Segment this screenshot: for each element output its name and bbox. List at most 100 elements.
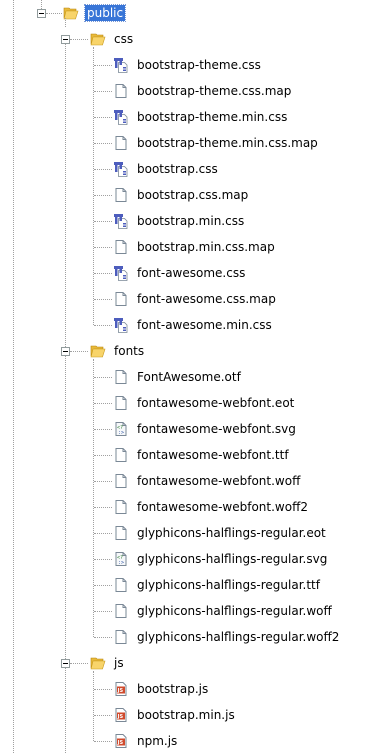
file-node[interactable]: glyphicons-halflings-regular.ttf <box>113 572 322 598</box>
file-node[interactable]: fontawesome-webfont.eot <box>113 390 296 416</box>
tree-branch-line <box>94 169 112 170</box>
file-node[interactable]: font-awesome.min.css <box>113 312 274 338</box>
text-file-icon <box>113 577 129 593</box>
file-node[interactable]: bootstrap-theme.min.css <box>113 104 289 130</box>
tree-branch-line <box>94 559 112 560</box>
collapse-toggle-css[interactable] <box>61 35 70 44</box>
file-node[interactable]: fontawesome-webfont.ttf <box>113 442 291 468</box>
tree-guide-line <box>65 668 66 753</box>
file-node[interactable]: <?:> fontawesome-webfont.svg <box>113 416 298 442</box>
text-file-icon <box>113 187 129 203</box>
tree-branch-line <box>94 273 112 274</box>
js-file-icon: JS <box>113 733 129 749</box>
folder-open-icon <box>90 343 106 359</box>
file-node-label: glyphicons-halflings-regular.ttf <box>137 578 320 592</box>
file-node[interactable]: glyphicons-halflings-regular.woff <box>113 598 334 624</box>
file-node-label: bootstrap.min.js <box>137 708 235 722</box>
tree-branch-line <box>94 455 112 456</box>
tree-guide-line <box>93 47 94 325</box>
file-node[interactable]: bootstrap-theme.css <box>113 52 263 78</box>
tree-branch-line <box>94 481 112 482</box>
file-node[interactable]: bootstrap.min.css <box>113 208 246 234</box>
svg-text::>: :> <box>118 560 124 566</box>
tree-branch-line <box>94 143 112 144</box>
file-node-label: font-awesome.min.css <box>137 318 272 332</box>
tree-branch-line <box>94 689 112 690</box>
tree-branch-line <box>94 325 112 326</box>
file-node-label: font-awesome.css.map <box>137 292 276 306</box>
tree-guide-line <box>65 356 66 659</box>
tree-branch-line <box>94 429 112 430</box>
folder-node-css-label: css <box>114 32 134 46</box>
file-node[interactable]: bootstrap.min.css.map <box>113 234 277 260</box>
tree-branch-line <box>94 195 112 196</box>
css-file-icon <box>113 109 129 125</box>
tree-branch-line <box>94 507 112 508</box>
svg-text:JS: JS <box>117 688 124 694</box>
js-file-icon: JS <box>113 707 129 723</box>
css-file-icon <box>113 265 129 281</box>
file-node-label: glyphicons-halflings-regular.woff <box>137 604 332 618</box>
collapse-toggle-js[interactable] <box>61 659 70 668</box>
text-file-icon <box>113 291 129 307</box>
svg-file-icon: <?:> <box>113 421 129 437</box>
css-file-icon <box>113 317 129 333</box>
file-node-label: bootstrap.css <box>137 162 218 176</box>
folder-node-fonts[interactable]: fonts <box>90 338 146 364</box>
file-node[interactable]: JS bootstrap.min.js <box>113 702 237 728</box>
file-node[interactable]: glyphicons-halflings-regular.woff2 <box>113 624 341 650</box>
file-node[interactable]: FontAwesome.otf <box>113 364 243 390</box>
tree-branch-line <box>94 585 112 586</box>
file-node[interactable]: font-awesome.css <box>113 260 247 286</box>
svg-text::>: :> <box>118 430 124 436</box>
svg-text:JS: JS <box>117 714 124 720</box>
text-file-icon <box>113 603 129 619</box>
file-node-label: npm.js <box>137 734 178 748</box>
file-node-label: glyphicons-halflings-regular.svg <box>137 552 328 566</box>
css-file-icon <box>113 161 129 177</box>
tree-guide-line <box>65 44 66 347</box>
text-file-icon <box>113 499 129 515</box>
file-node-label: bootstrap-theme.css.map <box>137 84 292 98</box>
file-node[interactable]: <?:> glyphicons-halflings-regular.svg <box>113 546 329 572</box>
file-node[interactable]: glyphicons-halflings-regular.eot <box>113 520 328 546</box>
file-node[interactable]: font-awesome.css.map <box>113 286 278 312</box>
tree-branch-line <box>94 533 112 534</box>
css-file-icon <box>113 57 129 73</box>
project-file-tree: public css bootstrap-theme.css bootstrap-th… <box>0 0 391 753</box>
folder-node-css[interactable]: css <box>90 26 135 52</box>
file-node[interactable]: bootstrap-theme.min.css.map <box>113 130 320 156</box>
text-file-icon <box>113 135 129 151</box>
file-node[interactable]: bootstrap.css <box>113 156 220 182</box>
tree-guide-line <box>93 671 94 741</box>
tree-branch-line <box>70 663 88 664</box>
file-node-label: bootstrap-theme.css <box>137 58 261 72</box>
tree-branch-line <box>94 741 112 742</box>
file-node[interactable]: fontawesome-webfont.woff2 <box>113 494 310 520</box>
collapse-toggle-public[interactable] <box>37 9 46 18</box>
text-file-icon <box>113 239 129 255</box>
file-node[interactable]: bootstrap.css.map <box>113 182 250 208</box>
file-node[interactable]: JS npm.js <box>113 728 179 754</box>
svg-file-icon: <?:> <box>113 551 129 567</box>
file-node-label: bootstrap.min.css.map <box>137 240 275 254</box>
file-node[interactable]: fontawesome-webfont.woff <box>113 468 302 494</box>
file-node[interactable]: JS bootstrap.js <box>113 676 210 702</box>
folder-node-js[interactable]: js <box>90 650 126 676</box>
collapse-toggle-fonts[interactable] <box>61 347 70 356</box>
tree-guide-line <box>13 0 14 753</box>
tree-branch-line <box>94 91 112 92</box>
tree-branch-line <box>70 351 88 352</box>
file-node-label: bootstrap.css.map <box>137 188 249 202</box>
tree-guide-line <box>65 18 66 27</box>
tree-branch-line <box>94 117 112 118</box>
file-node[interactable]: bootstrap-theme.css.map <box>113 78 293 104</box>
folder-node-public[interactable]: public <box>63 0 127 26</box>
tree-branch-line <box>70 39 88 40</box>
file-node-label: fontawesome-webfont.ttf <box>137 448 289 462</box>
text-file-icon <box>113 83 129 99</box>
text-file-icon <box>113 525 129 541</box>
text-file-icon <box>113 369 129 385</box>
tree-branch-line <box>94 65 112 66</box>
text-file-icon <box>113 395 129 411</box>
